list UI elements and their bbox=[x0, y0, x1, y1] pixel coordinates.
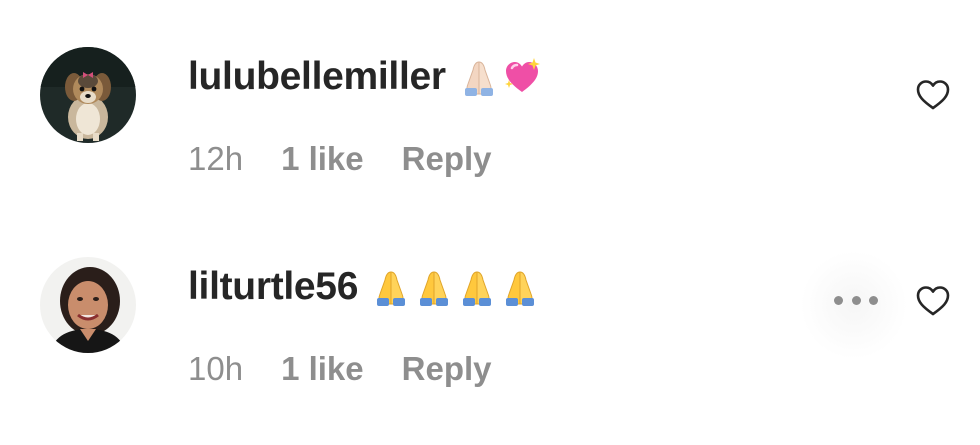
timestamp: 10h bbox=[188, 350, 244, 387]
avatar[interactable] bbox=[40, 47, 136, 143]
dot bbox=[834, 295, 843, 305]
comment-text bbox=[458, 56, 544, 98]
comment-item: lulubellemiller 12h 1 like Reply bbox=[0, 40, 980, 190]
dot bbox=[851, 295, 861, 305]
folded-hands-light-icon bbox=[458, 56, 500, 98]
like-count[interactable]: 1 like bbox=[281, 350, 364, 388]
comment-meta: 12h 1 like Reply bbox=[188, 140, 492, 178]
like-count[interactable]: 1 like bbox=[281, 140, 364, 178]
more-options-icon[interactable] bbox=[834, 288, 878, 312]
reply-button[interactable]: Reply bbox=[402, 140, 492, 178]
like-heart-icon[interactable] bbox=[915, 283, 951, 319]
folded-hands-icon bbox=[413, 266, 455, 308]
comment-body: lilturtle56 bbox=[188, 264, 542, 310]
timestamp: 12h bbox=[188, 140, 244, 177]
like-heart-icon[interactable] bbox=[915, 77, 951, 113]
username[interactable]: lulubellemiller bbox=[188, 55, 446, 99]
woman-avatar-image bbox=[40, 257, 136, 353]
folded-hands-icon bbox=[499, 266, 541, 308]
folded-hands-icon bbox=[370, 266, 412, 308]
comment-text bbox=[370, 266, 542, 308]
comment-meta: 10h 1 like Reply bbox=[188, 350, 492, 388]
comment-body: lulubellemiller bbox=[188, 54, 544, 100]
dog-avatar-image bbox=[40, 47, 136, 143]
comment-item: lilturtle56 10h 1 like Reply bbox=[0, 250, 980, 400]
username[interactable]: lilturtle56 bbox=[188, 265, 358, 309]
comment-list: lulubellemiller 12h 1 like Reply lilturt… bbox=[0, 0, 980, 445]
folded-hands-icon bbox=[456, 266, 498, 308]
avatar[interactable] bbox=[40, 257, 136, 353]
sparkling-heart-icon bbox=[501, 56, 543, 98]
dot bbox=[869, 295, 878, 305]
reply-button[interactable]: Reply bbox=[402, 350, 492, 388]
